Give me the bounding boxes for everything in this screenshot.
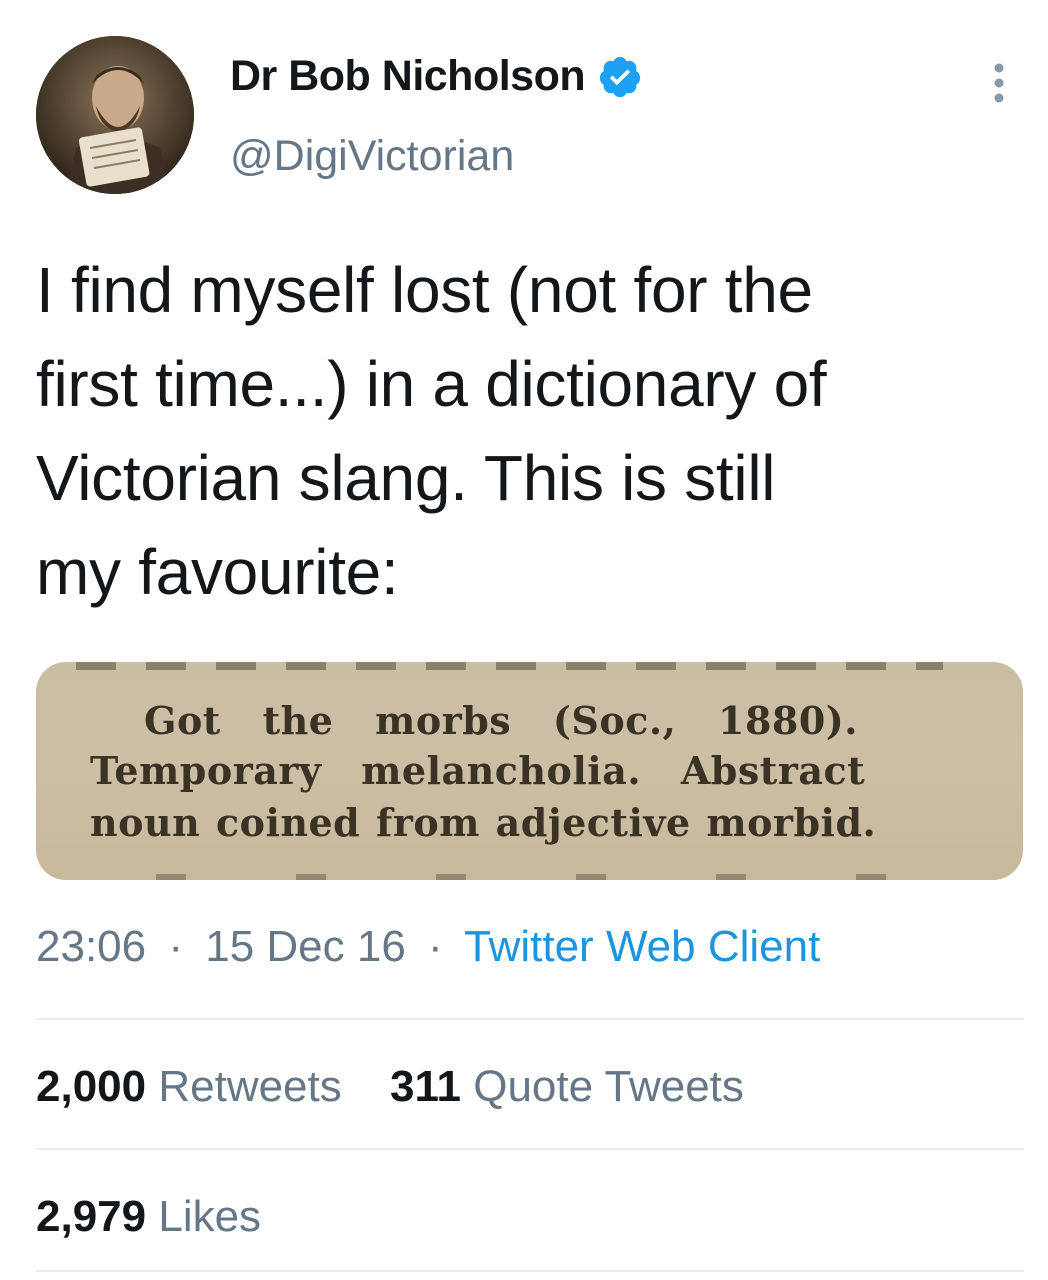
tweet-time[interactable]: 23:06: [36, 922, 146, 971]
avatar[interactable]: [36, 36, 194, 194]
retweets-label: Retweets: [158, 1062, 342, 1111]
tweet-media-image[interactable]: Got the morbs (Soc., 1880). Temporary me…: [36, 662, 1023, 880]
verified-badge-icon: [599, 56, 641, 97]
divider: [36, 1148, 1024, 1150]
retweets-stat[interactable]: 2,000 Retweets: [36, 1062, 342, 1112]
tweet-meta: 23:06 · 15 Dec 16 · Twitter Web Client: [36, 922, 820, 972]
meta-separator: ·: [428, 922, 443, 971]
display-name[interactable]: Dr Bob Nicholson: [230, 52, 643, 101]
tweet-line: Victorian slang. This is still: [36, 442, 776, 514]
likes-row: 2,979 Likes: [36, 1192, 297, 1242]
scan-artifact: [156, 874, 943, 880]
divider: [36, 1018, 1024, 1020]
tweet-line: first time...) in a dictionary of: [36, 348, 827, 420]
display-name-text: Dr Bob Nicholson: [230, 52, 586, 100]
tweet-text: I find myself lost (not for the first ti…: [36, 243, 1026, 619]
media-text-line: Got the morbs (Soc., 1880).: [144, 698, 858, 743]
likes-stat[interactable]: 2,979 Likes: [36, 1192, 261, 1242]
engagement-row: 2,000 Retweets 311 Quote Tweets: [36, 1062, 780, 1112]
likes-label: Likes: [158, 1192, 262, 1241]
quote-tweets-count: 311: [390, 1062, 461, 1111]
more-options-icon[interactable]: [984, 60, 1014, 106]
quote-tweets-stat[interactable]: 311 Quote Tweets: [390, 1062, 744, 1112]
tweet-source-link[interactable]: Twitter Web Client: [464, 922, 820, 971]
tweet-line: my favourite:: [36, 536, 399, 608]
retweets-count: 2,000: [36, 1062, 147, 1111]
tweet-date[interactable]: 15 Dec 16: [205, 922, 406, 971]
meta-separator: ·: [168, 922, 183, 971]
media-text-line: noun coined from adjective morbid.: [90, 800, 877, 845]
divider: [36, 1270, 1024, 1272]
avatar-photo: [36, 36, 194, 194]
likes-count: 2,979: [36, 1192, 147, 1241]
handle[interactable]: @DigiVictorian: [230, 132, 514, 181]
scan-artifact: [76, 662, 943, 670]
tweet-line: I find myself lost (not for the: [36, 254, 813, 326]
media-text-line: Temporary melancholia. Abstract: [90, 748, 866, 793]
quote-tweets-label: Quote Tweets: [473, 1062, 744, 1111]
